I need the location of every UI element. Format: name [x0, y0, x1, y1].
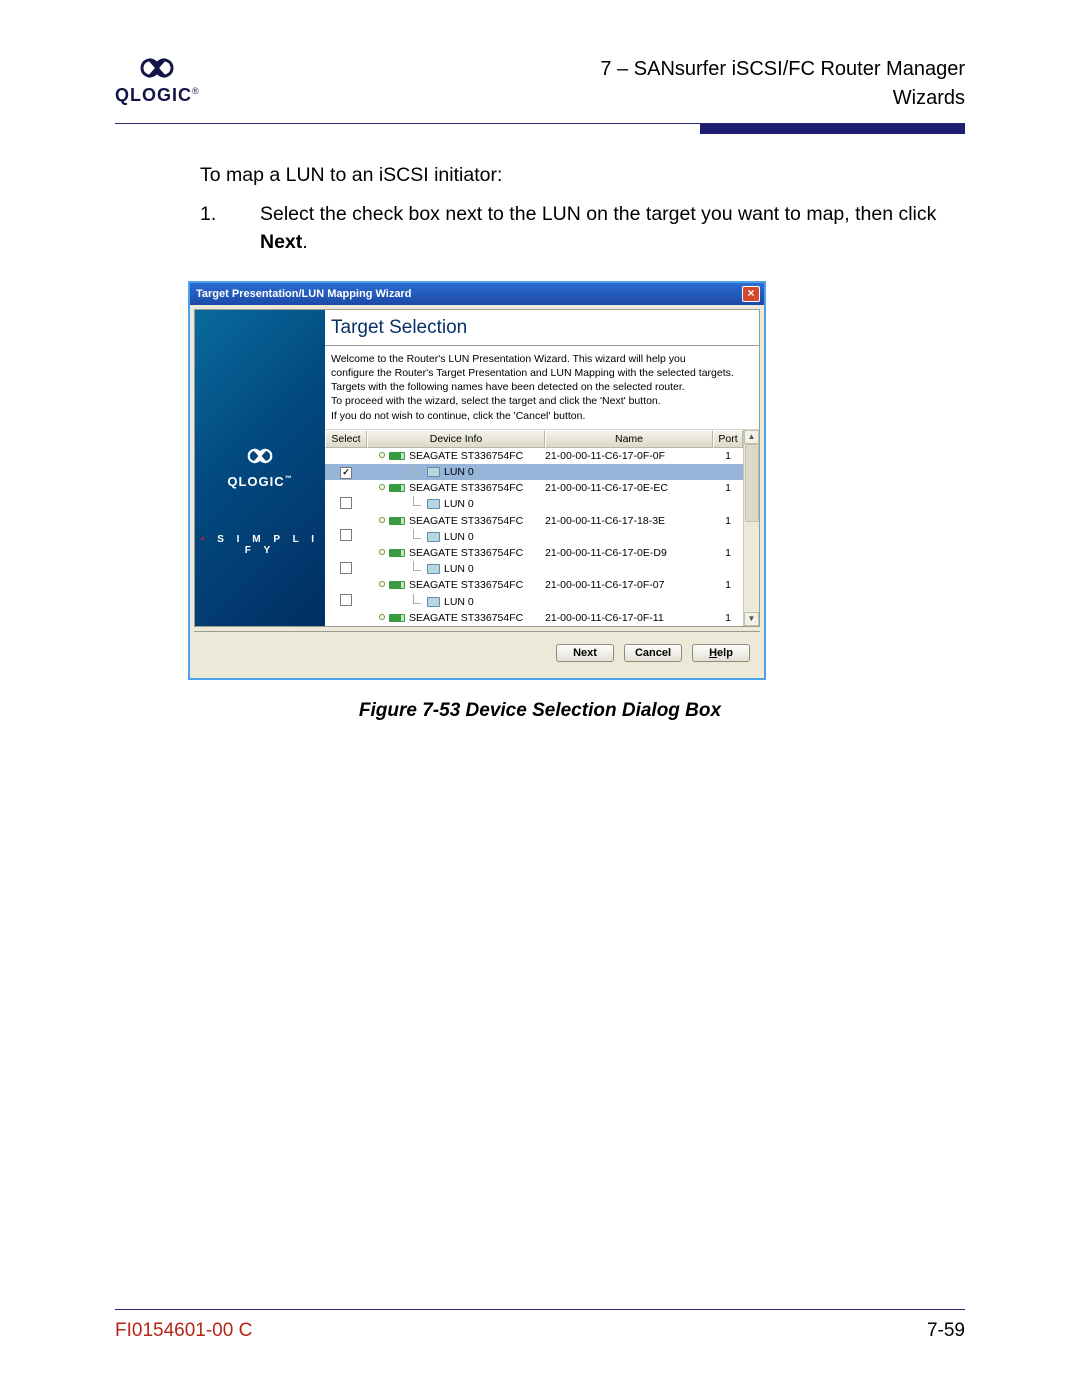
scroll-thumb[interactable] [745, 444, 759, 522]
target-row[interactable]: SEAGATE ST336754FC 21-00-00-11-C6-17-0E-D… [325, 545, 743, 561]
side-brand-text: QLOGIC™ [227, 474, 292, 489]
page-number: 7-59 [927, 1320, 965, 1342]
col-device-info[interactable]: Device Info [367, 430, 545, 448]
figure-caption: Figure 7-53 Device Selection Dialog Box [115, 700, 965, 722]
brand-logo: QLOGIC® [115, 55, 200, 106]
scroll-up-icon[interactable]: ▲ [744, 430, 759, 444]
intro-text: To map a LUN to an iSCSI initiator: [200, 162, 965, 189]
col-name[interactable]: Name [545, 430, 713, 448]
lun-row[interactable]: LUN 0 [325, 496, 743, 512]
lun-icon [427, 597, 440, 607]
lun-row[interactable]: ✓ LUN 0 [325, 464, 743, 480]
qlogic-icon [137, 55, 177, 81]
disk-icon [389, 517, 405, 525]
port-cell: 1 [713, 547, 743, 559]
device-label: SEAGATE ST336754FC [409, 450, 523, 462]
name-cell: 21-00-00-11-C6-17-0E-EC [545, 482, 713, 494]
device-label: SEAGATE ST336754FC [409, 482, 523, 494]
expand-icon[interactable] [379, 549, 385, 555]
page-header-section: 7 – SANsurfer iSCSI/FC Router Manager Wi… [600, 55, 965, 113]
port-cell: 1 [713, 515, 743, 527]
col-select[interactable]: Select [325, 430, 367, 448]
lun-icon [427, 532, 440, 542]
target-row[interactable]: SEAGATE ST336754FC 21-00-00-11-C6-17-0F-0… [325, 577, 743, 593]
vertical-scrollbar[interactable]: ▲ ▼ [743, 430, 759, 626]
header-accent [700, 124, 965, 134]
lun-row[interactable]: LUN 0 [325, 593, 743, 609]
lun-label: LUN 0 [444, 563, 474, 575]
port-cell: 1 [713, 450, 743, 462]
disk-icon [389, 549, 405, 557]
lun-icon [427, 564, 440, 574]
wizard-side-panel: QLOGIC™ • S I M P L I F Y [195, 310, 325, 626]
lun-label: LUN 0 [444, 531, 474, 543]
expand-icon[interactable] [379, 452, 385, 458]
next-button[interactable]: Next [556, 644, 614, 662]
dialog-title: Target Presentation/LUN Mapping Wizard [196, 288, 411, 300]
name-cell: 21-00-00-11-C6-17-0F-0F [545, 450, 713, 462]
dialog-titlebar[interactable]: Target Presentation/LUN Mapping Wizard × [190, 283, 764, 305]
device-table: Select Device Info Name Port SEAGATE ST3… [325, 430, 759, 626]
name-cell: 21-00-00-11-C6-17-0F-07 [545, 579, 713, 591]
device-label: SEAGATE ST336754FC [409, 579, 523, 591]
device-label: SEAGATE ST336754FC [409, 547, 523, 559]
select-checkbox[interactable] [340, 497, 352, 509]
disk-icon [389, 614, 405, 622]
qlogic-icon [245, 446, 275, 466]
expand-icon[interactable] [379, 517, 385, 523]
port-cell: 1 [713, 612, 743, 624]
panel-intro: Welcome to the Router's LUN Presentation… [325, 346, 759, 430]
side-tagline: • S I M P L I F Y [195, 534, 325, 556]
expand-icon[interactable] [379, 581, 385, 587]
select-checkbox[interactable] [340, 594, 352, 606]
lun-row[interactable]: LUN 0 [325, 529, 743, 545]
target-row[interactable]: SEAGATE ST336754FC 21-00-00-11-C6-17-0F-0… [325, 448, 743, 464]
scroll-down-icon[interactable]: ▼ [744, 612, 759, 626]
target-row[interactable]: SEAGATE ST336754FC 21-00-00-11-C6-17-0E-E… [325, 480, 743, 496]
expand-icon[interactable] [379, 614, 385, 620]
lun-label: LUN 0 [444, 466, 474, 478]
brand-text: QLOGIC® [115, 85, 200, 106]
lun-icon [427, 467, 440, 477]
device-label: SEAGATE ST336754FC [409, 515, 523, 527]
lun-row[interactable]: LUN 0 [325, 561, 743, 577]
port-cell: 1 [713, 579, 743, 591]
step-text: Select the check box next to the LUN on … [260, 201, 965, 256]
help-button[interactable]: Help [692, 644, 750, 662]
name-cell: 21-00-00-11-C6-17-0E-D9 [545, 547, 713, 559]
document-number: FI0154601-00 C [115, 1320, 252, 1342]
lun-label: LUN 0 [444, 596, 474, 608]
lun-label: LUN 0 [444, 498, 474, 510]
select-checkbox[interactable] [340, 529, 352, 541]
expand-icon[interactable] [379, 484, 385, 490]
cancel-button[interactable]: Cancel [624, 644, 682, 662]
target-row[interactable]: SEAGATE ST336754FC 21-00-00-11-C6-17-18-3… [325, 513, 743, 529]
disk-icon [389, 484, 405, 492]
disk-icon [389, 452, 405, 460]
disk-icon [389, 581, 405, 589]
select-checkbox[interactable]: ✓ [340, 467, 352, 479]
close-icon[interactable]: × [742, 286, 760, 302]
panel-title: Target Selection [325, 310, 759, 346]
step-number: 1. [200, 201, 260, 256]
port-cell: 1 [713, 482, 743, 494]
target-row[interactable]: SEAGATE ST336754FC 21-00-00-11-C6-17-0F-1… [325, 610, 743, 626]
name-cell: 21-00-00-11-C6-17-0F-11 [545, 612, 713, 624]
wizard-dialog: Target Presentation/LUN Mapping Wizard ×… [188, 281, 766, 680]
col-port[interactable]: Port [713, 430, 743, 448]
select-checkbox[interactable] [340, 562, 352, 574]
device-label: SEAGATE ST336754FC [409, 612, 523, 624]
name-cell: 21-00-00-11-C6-17-18-3E [545, 515, 713, 527]
lun-icon [427, 499, 440, 509]
